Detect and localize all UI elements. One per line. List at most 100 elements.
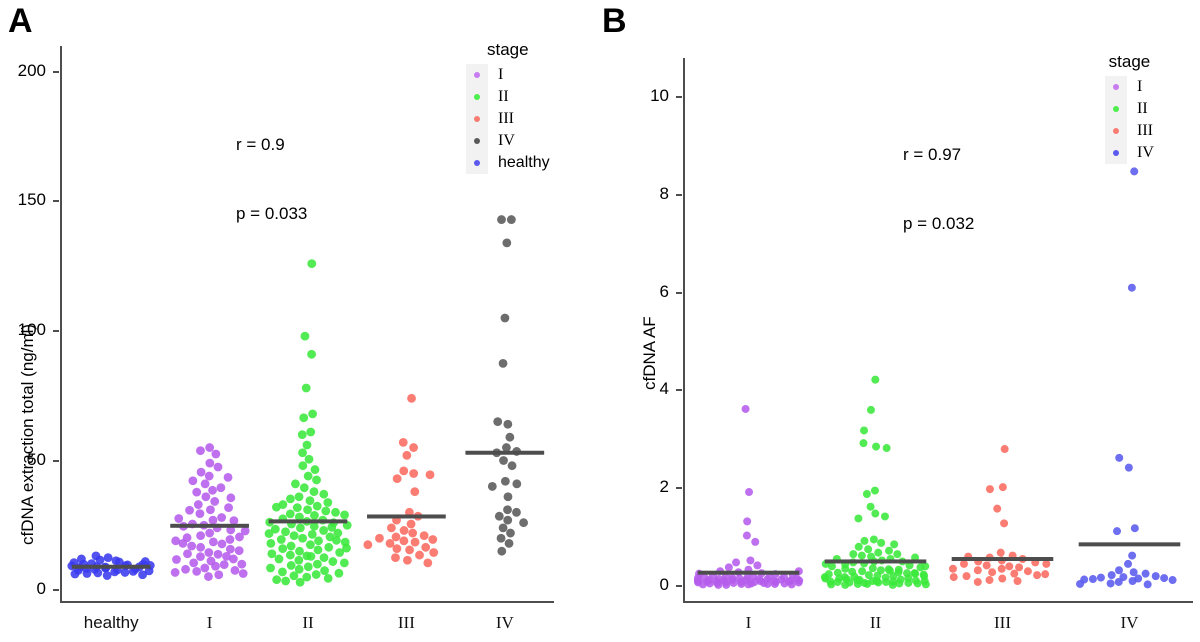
legend-item-iv[interactable]: IV xyxy=(1105,142,1154,164)
scatter-point xyxy=(193,500,203,509)
scatter-point xyxy=(962,572,971,581)
stat-r-a: r = 0.9 xyxy=(236,134,285,154)
scatter-point xyxy=(285,509,295,519)
scatter-point xyxy=(217,539,227,549)
scatter-point xyxy=(310,511,319,520)
scatter-point xyxy=(499,456,508,465)
legend-dot-icon xyxy=(1113,128,1119,134)
scatter-point xyxy=(1107,571,1116,580)
scatter-point xyxy=(423,558,433,568)
scatter-point xyxy=(1041,570,1050,579)
scatter-point xyxy=(294,492,304,502)
scatter-point xyxy=(304,454,314,464)
scatter-point xyxy=(272,575,282,585)
scatter-point xyxy=(1000,445,1009,454)
scatter-point xyxy=(877,538,886,547)
scatter-point xyxy=(1106,579,1115,588)
scatter-point xyxy=(1130,167,1139,176)
scatter-point xyxy=(188,476,198,486)
scatter-point xyxy=(1124,463,1133,472)
scatter-point xyxy=(853,576,862,585)
scatter-point xyxy=(319,553,329,563)
legend-dot-icon xyxy=(474,116,480,122)
legend-item-ii[interactable]: II xyxy=(466,86,550,108)
y-tick-mark xyxy=(676,291,682,294)
scatter-point xyxy=(409,469,419,478)
x-tick-label: II xyxy=(869,613,882,632)
scatter-point xyxy=(1042,559,1051,568)
scatter-point xyxy=(729,578,738,587)
panel-b: B 0 2 4 6 8 10 I II III IV cfDNA AF r = 0.97 p =… xyxy=(600,0,1200,642)
scatter-point xyxy=(195,509,205,519)
y-tick-mark xyxy=(676,193,682,196)
legend-key-swatch xyxy=(466,130,488,152)
legend-item-healthy[interactable]: healthy xyxy=(466,152,550,174)
scatter-point xyxy=(204,548,214,557)
scatter-point xyxy=(298,448,307,458)
scatter-point xyxy=(324,542,334,552)
scatter-point xyxy=(507,461,517,471)
scatter-point xyxy=(302,551,312,561)
scatter-point xyxy=(281,527,290,537)
scatter-point xyxy=(332,535,341,545)
scatter-point xyxy=(172,555,181,564)
scatter-point xyxy=(910,569,919,578)
scatter-point xyxy=(487,482,497,491)
scatter-point xyxy=(885,566,894,575)
scatter-point xyxy=(512,507,521,517)
median-crossbar xyxy=(465,450,545,455)
legend-item-iii[interactable]: III xyxy=(1105,120,1154,142)
scatter-point xyxy=(375,533,384,543)
scatter-point xyxy=(407,393,416,403)
scatter-point xyxy=(196,531,206,541)
stat-annotation-b: r = 0.97 p = 0.032 xyxy=(903,98,974,282)
scatter-point xyxy=(410,537,420,547)
scatter-point xyxy=(291,479,300,489)
scatter-point xyxy=(498,358,508,368)
y-tick-label: 10 xyxy=(650,86,669,106)
legend-label: IV xyxy=(498,132,515,149)
scatter-point xyxy=(321,506,331,516)
legend-label: II xyxy=(498,88,509,105)
scatter-point xyxy=(310,465,320,474)
scatter-point xyxy=(309,487,319,496)
scatter-point xyxy=(196,552,205,562)
scatter-point xyxy=(102,571,112,580)
scatter-point xyxy=(295,577,305,587)
legend-items-a: I II III IV healthy xyxy=(466,64,550,174)
legend-item-i[interactable]: I xyxy=(466,64,550,86)
legend-label: healthy xyxy=(498,154,550,171)
scatter-point xyxy=(973,577,982,586)
scatter-point xyxy=(278,544,288,553)
scatter-point xyxy=(266,563,275,573)
scatter-point xyxy=(429,548,439,557)
scatter-point xyxy=(866,405,875,414)
y-tick-mark xyxy=(676,96,682,99)
scatter-point xyxy=(860,536,869,545)
legend-title-a: stage xyxy=(487,40,529,59)
scatter-point xyxy=(208,537,218,547)
scatter-point xyxy=(1000,519,1009,528)
scatter-point xyxy=(1124,559,1133,568)
legend-item-ii[interactable]: II xyxy=(1105,98,1154,120)
scatter-point xyxy=(170,568,180,577)
scatter-point xyxy=(751,537,760,546)
scatter-point xyxy=(299,483,309,493)
scatter-point xyxy=(1114,577,1123,586)
x-tick-label: I xyxy=(745,613,752,632)
scatter-point xyxy=(869,535,878,544)
legend-item-iv[interactable]: IV xyxy=(466,130,550,152)
scatter-point xyxy=(503,492,513,502)
scatter-point xyxy=(1033,571,1042,580)
scatter-point xyxy=(1151,572,1160,581)
x-tick-label: IV xyxy=(495,613,514,632)
scatter-point xyxy=(211,561,220,571)
scatter-point xyxy=(278,567,287,577)
legend-item-iii[interactable]: III xyxy=(466,108,550,130)
scatter-point xyxy=(174,514,184,523)
scatter-point xyxy=(219,560,229,570)
legend-item-i[interactable]: I xyxy=(1105,76,1154,98)
median-crossbar xyxy=(170,523,249,528)
scatter-point xyxy=(95,555,105,565)
scatter-point xyxy=(1160,574,1169,583)
